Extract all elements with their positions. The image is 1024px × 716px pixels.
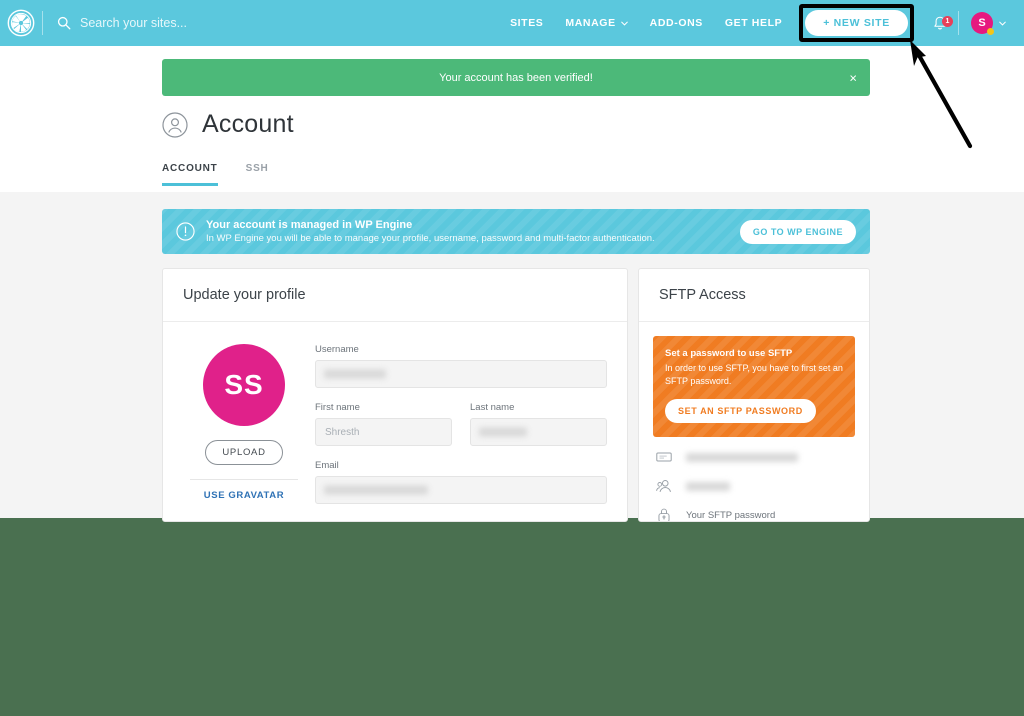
profile-avatar-initials: SS	[224, 369, 264, 400]
field-group-last-name: Last name	[470, 402, 607, 446]
tab-label: ACCOUNT	[162, 163, 218, 174]
tab-bar: ACCOUNT SSH	[162, 163, 297, 186]
user-circle-icon	[162, 111, 188, 138]
profile-avatar: SS	[203, 344, 285, 426]
sftp-row-host	[653, 437, 855, 466]
sftp-password-label: Your SFTP password	[686, 509, 776, 521]
page-title-row: Account	[162, 110, 294, 139]
field-label: Last name	[470, 402, 515, 413]
field-wrapper	[315, 476, 607, 504]
bottom-green-band	[0, 518, 1024, 716]
app-logo[interactable]	[0, 0, 42, 46]
chevron-down-icon	[620, 21, 628, 26]
nav-item-get-help[interactable]: GET HELP	[714, 17, 793, 29]
upload-button[interactable]: UPLOAD	[205, 440, 283, 465]
tab-label: SSH	[245, 163, 269, 174]
card-body: SS UPLOAD USE GRAVATAR Username First na…	[163, 322, 627, 518]
field-group-first-name: First name	[315, 402, 452, 446]
close-icon[interactable]: ×	[849, 71, 857, 84]
success-banner-message: Your account has been verified!	[439, 71, 593, 84]
account-menu[interactable]: S	[959, 12, 1016, 35]
info-banner-title: Your account is managed in WP Engine	[206, 219, 413, 231]
redacted-value	[324, 485, 428, 495]
sftp-card-body: Set a password to use SFTP In order to u…	[639, 322, 869, 521]
users-icon	[656, 480, 671, 493]
info-banner-text: Your account is managed in WP Engine In …	[206, 219, 655, 244]
sftp-row-password: Your SFTP password	[653, 495, 855, 521]
sftp-password-notice: Set a password to use SFTP In order to u…	[653, 336, 855, 438]
new-site-highlight-box: + NEW SITE	[799, 4, 914, 42]
nav-item-manage[interactable]: MANAGE	[554, 17, 638, 29]
server-host-icon	[656, 452, 672, 462]
field-label: Email	[315, 460, 339, 471]
tab-account[interactable]: ACCOUNT	[162, 163, 234, 186]
page-title: Account	[202, 110, 294, 138]
field-label: First name	[315, 402, 360, 413]
search-area	[43, 16, 499, 30]
nav-item-label: MANAGE	[565, 17, 616, 29]
new-site-button[interactable]: + NEW SITE	[805, 10, 908, 36]
success-banner: Your account has been verified! ×	[162, 59, 870, 96]
field-label: Username	[315, 344, 359, 355]
redacted-value	[324, 369, 386, 379]
sftp-access-card: SFTP Access Set a password to use SFTP I…	[638, 268, 870, 522]
update-profile-card: Update your profile SS UPLOAD USE GRAVAT…	[162, 268, 628, 522]
field-wrapper	[315, 418, 452, 446]
avatar-column: SS UPLOAD USE GRAVATAR	[183, 344, 305, 518]
profile-fields: Username First name Last name	[305, 344, 607, 518]
field-wrapper	[315, 360, 607, 388]
nav-item-label: GET HELP	[724, 17, 783, 29]
avatar-status-dot	[987, 28, 994, 35]
card-header: Update your profile	[163, 269, 627, 322]
info-banner-subtitle: In WP Engine you will be able to manage …	[206, 233, 655, 244]
field-group-email: Email	[315, 460, 607, 504]
name-row: First name Last name	[315, 402, 607, 460]
notification-badge: 1	[942, 15, 953, 27]
nav-item-add-ons[interactable]: ADD-ONS	[639, 17, 714, 29]
field-wrapper	[470, 418, 607, 446]
exclamation-circle-icon	[176, 222, 195, 241]
sftp-notice-title: Set a password to use SFTP	[665, 348, 793, 359]
use-gravatar-link[interactable]: USE GRAVATAR	[204, 490, 284, 501]
redacted-value	[686, 481, 730, 491]
wp-engine-info-banner: Your account is managed in WP Engine In …	[162, 209, 870, 254]
first-name-input[interactable]	[315, 418, 452, 446]
tab-ssh[interactable]: SSH	[246, 163, 285, 186]
search-input[interactable]	[80, 16, 340, 30]
set-sftp-password-button[interactable]: SET AN SFTP PASSWORD	[665, 399, 816, 424]
lock-icon	[658, 508, 670, 521]
redacted-value	[686, 452, 798, 462]
chevron-down-icon	[999, 21, 1006, 26]
go-to-wp-engine-button[interactable]: GO TO WP ENGINE	[739, 219, 856, 244]
nav-item-sites[interactable]: SITES	[499, 17, 554, 29]
card-title: Update your profile	[183, 287, 306, 303]
field-group-username: Username	[315, 344, 607, 388]
nav-item-label: ADD-ONS	[649, 17, 703, 29]
sftp-notice-subtitle: In order to use SFTP, you have to first …	[665, 363, 843, 387]
sftp-row-user	[653, 466, 855, 495]
redacted-value	[479, 427, 527, 437]
avatar: S	[971, 12, 994, 35]
nav-item-label: SITES	[510, 17, 544, 29]
top-navigation-bar: SITES MANAGE ADD-ONS GET HELP + NEW SITE…	[0, 0, 1024, 46]
card-header: SFTP Access	[639, 269, 869, 322]
search-icon	[57, 16, 71, 30]
notifications-button[interactable]: 1	[922, 15, 958, 32]
card-title: SFTP Access	[659, 287, 746, 303]
avatar-initial: S	[978, 17, 986, 29]
pinwheel-logo-icon	[7, 9, 35, 37]
black-arrow-annotation	[910, 40, 973, 149]
avatar-divider	[190, 479, 298, 480]
